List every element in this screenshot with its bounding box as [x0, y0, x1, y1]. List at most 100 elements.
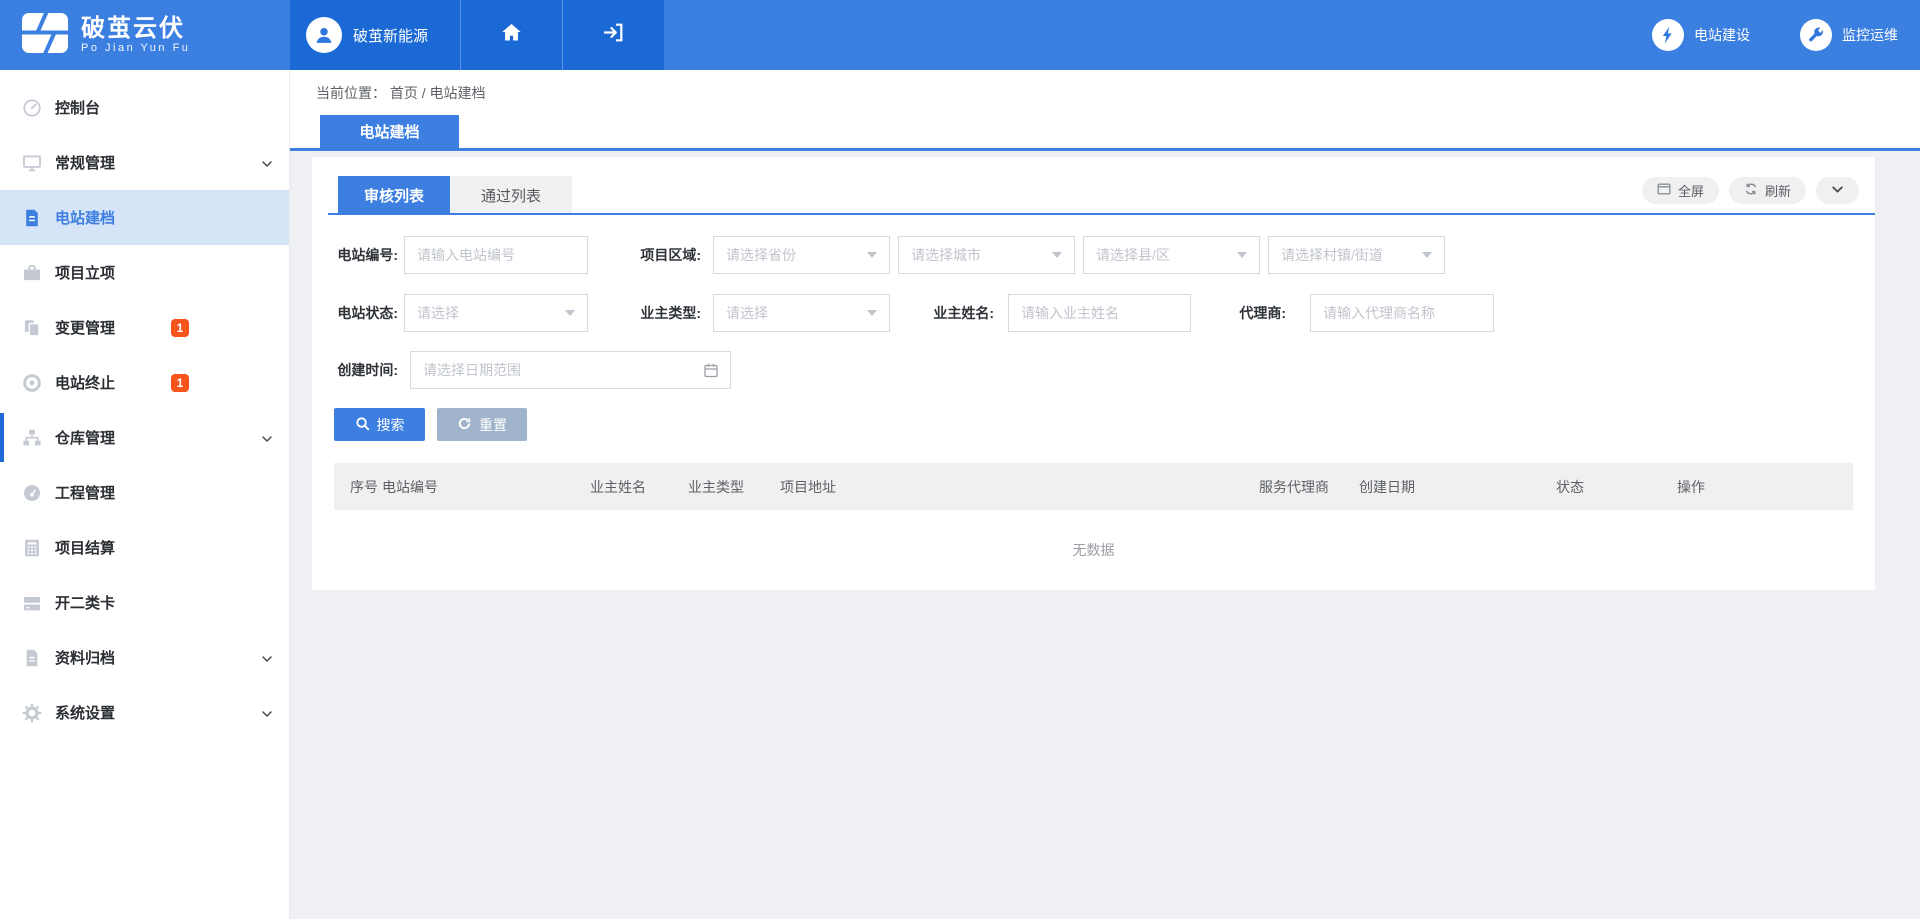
card-icon: [22, 593, 42, 613]
agent-label: 代理商:: [1237, 303, 1292, 323]
date-range-input[interactable]: [410, 351, 731, 389]
sidebar-item-label: 项目结算: [55, 537, 115, 558]
created-time-label: 创建时间:: [334, 360, 404, 380]
gear-icon: [22, 703, 42, 723]
login-arrow-icon: [602, 21, 625, 49]
sidebar-item-2[interactable]: 电站建档: [0, 190, 289, 245]
fullscreen-label: 全屏: [1678, 181, 1704, 200]
region-select-1[interactable]: 请选择城市: [898, 236, 1075, 274]
header-spacer: [664, 0, 1652, 70]
home-icon: [500, 21, 523, 49]
caret-down-icon: [1052, 252, 1062, 258]
main-area: 当前位置： 首页 / 电站建档 电站建档 审核列表 通过列表: [290, 70, 1920, 919]
nav-label: 电站建设: [1694, 25, 1750, 45]
brand-subtitle: Po Jian Yun Fu: [81, 42, 190, 54]
sidebar-item-label: 电站终止: [55, 372, 115, 393]
table-header: 序号电站编号业主姓名业主类型项目地址服务代理商创建日期状态操作: [334, 463, 1853, 510]
current-user[interactable]: 破茧新能源: [290, 0, 460, 70]
tab-review-list[interactable]: 审核列表: [338, 176, 450, 215]
owner-type-placeholder: 请选择: [726, 303, 768, 323]
sidebar-item-0[interactable]: 控制台: [0, 80, 289, 135]
sidebar: 控制台常规管理电站建档项目立项变更管理1电站终止1仓库管理工程管理项目结算开二类…: [0, 70, 290, 919]
reset-button[interactable]: 重置: [437, 408, 527, 441]
owner-type-select[interactable]: 请选择: [713, 294, 890, 332]
sidebar-item-1[interactable]: 常规管理: [0, 135, 289, 190]
top-header: 破茧云伏 Po Jian Yun Fu 破茧新能源: [0, 0, 1920, 70]
refresh-label: 刷新: [1765, 181, 1791, 200]
page-tab-station-archive[interactable]: 电站建档: [320, 115, 459, 148]
brand-title: 破茧云伏: [81, 16, 190, 42]
region-select-0[interactable]: 请选择省份: [713, 236, 890, 274]
table-column-8: 操作: [1677, 463, 1705, 510]
active-indicator-bar: [0, 413, 4, 462]
sidebar-item-label: 控制台: [55, 97, 100, 118]
notification-badge: 1: [171, 319, 189, 337]
nav-monitoring-ops[interactable]: 监控运维: [1800, 19, 1898, 51]
sidebar-item-label: 系统设置: [55, 702, 115, 723]
region-select-2[interactable]: 请选择县/区: [1083, 236, 1260, 274]
reset-icon: [457, 416, 472, 434]
agent-input[interactable]: [1310, 294, 1494, 332]
table-column-7: 状态: [1556, 463, 1584, 510]
select-placeholder: 请选择县/区: [1096, 245, 1170, 265]
sidebar-item-9[interactable]: 开二类卡: [0, 575, 289, 630]
tabs-underline: [328, 213, 1875, 215]
document-icon: [22, 208, 42, 228]
dashboard-icon: [22, 98, 42, 118]
status-placeholder: 请选择: [417, 303, 459, 323]
fullscreen-button[interactable]: 全屏: [1642, 177, 1719, 204]
sidebar-item-3[interactable]: 项目立项: [0, 245, 289, 300]
chevron-down-icon: [261, 707, 273, 719]
sidebar-item-7[interactable]: 工程管理: [0, 465, 289, 520]
caret-down-icon: [867, 252, 877, 258]
search-label: 搜索: [377, 415, 405, 435]
station-no-label: 电站编号:: [334, 245, 404, 265]
sidebar-item-8[interactable]: 项目结算: [0, 520, 289, 575]
nav-station-construction[interactable]: 电站建设: [1652, 19, 1750, 51]
sidebar-item-11[interactable]: 系统设置: [0, 685, 289, 740]
sidebar-item-label: 项目立项: [55, 262, 115, 283]
sitemap-icon: [22, 428, 42, 448]
caret-down-icon: [1422, 252, 1432, 258]
chevron-down-icon: [1831, 183, 1844, 199]
station-no-input[interactable]: [404, 236, 588, 274]
collapse-button[interactable]: [1816, 177, 1859, 204]
table-column-6: 创建日期: [1359, 463, 1415, 510]
table-column-0: 序号: [350, 463, 378, 510]
refresh-icon: [1744, 182, 1758, 199]
sidebar-item-10[interactable]: 资料归档: [0, 630, 289, 685]
owner-name-input[interactable]: [1008, 294, 1191, 332]
search-button[interactable]: 搜索: [334, 408, 425, 441]
wrench-icon: [1800, 19, 1832, 51]
user-name: 破茧新能源: [353, 25, 428, 46]
nav-label: 监控运维: [1842, 25, 1898, 45]
lightning-icon: [1652, 19, 1684, 51]
home-button[interactable]: [460, 0, 562, 70]
table-column-4: 项目地址: [780, 463, 836, 510]
select-placeholder: 请选择村镇/街道: [1281, 245, 1383, 265]
caret-down-icon: [1237, 252, 1247, 258]
refresh-button[interactable]: 刷新: [1729, 177, 1806, 204]
sidebar-item-6[interactable]: 仓库管理: [0, 410, 289, 465]
sidebar-item-4[interactable]: 变更管理1: [0, 300, 289, 355]
sidebar-item-label: 常规管理: [55, 152, 115, 173]
region-select-3[interactable]: 请选择村镇/街道: [1268, 236, 1445, 274]
tab-passed-list[interactable]: 通过列表: [450, 176, 572, 215]
chevron-down-icon: [261, 652, 273, 664]
breadcrumb-path: 首页 / 电站建档: [390, 85, 486, 101]
calculator-icon: [22, 538, 42, 558]
chevron-down-icon: [261, 157, 273, 169]
caret-down-icon: [867, 310, 877, 316]
logout-button[interactable]: [562, 0, 664, 70]
region-label: 项目区域:: [637, 245, 707, 265]
sidebar-item-label: 仓库管理: [55, 427, 115, 448]
sidebar-item-label: 资料归档: [55, 647, 115, 668]
sidebar-item-5[interactable]: 电站终止1: [0, 355, 289, 410]
search-icon: [355, 416, 370, 434]
gauge-icon: [22, 483, 42, 503]
breadcrumb: 当前位置： 首页 / 电站建档: [316, 83, 486, 103]
table-column-2: 业主姓名: [590, 463, 646, 510]
status-label: 电站状态:: [334, 303, 404, 323]
sidebar-item-label: 电站建档: [55, 207, 115, 228]
status-select[interactable]: 请选择: [404, 294, 588, 332]
